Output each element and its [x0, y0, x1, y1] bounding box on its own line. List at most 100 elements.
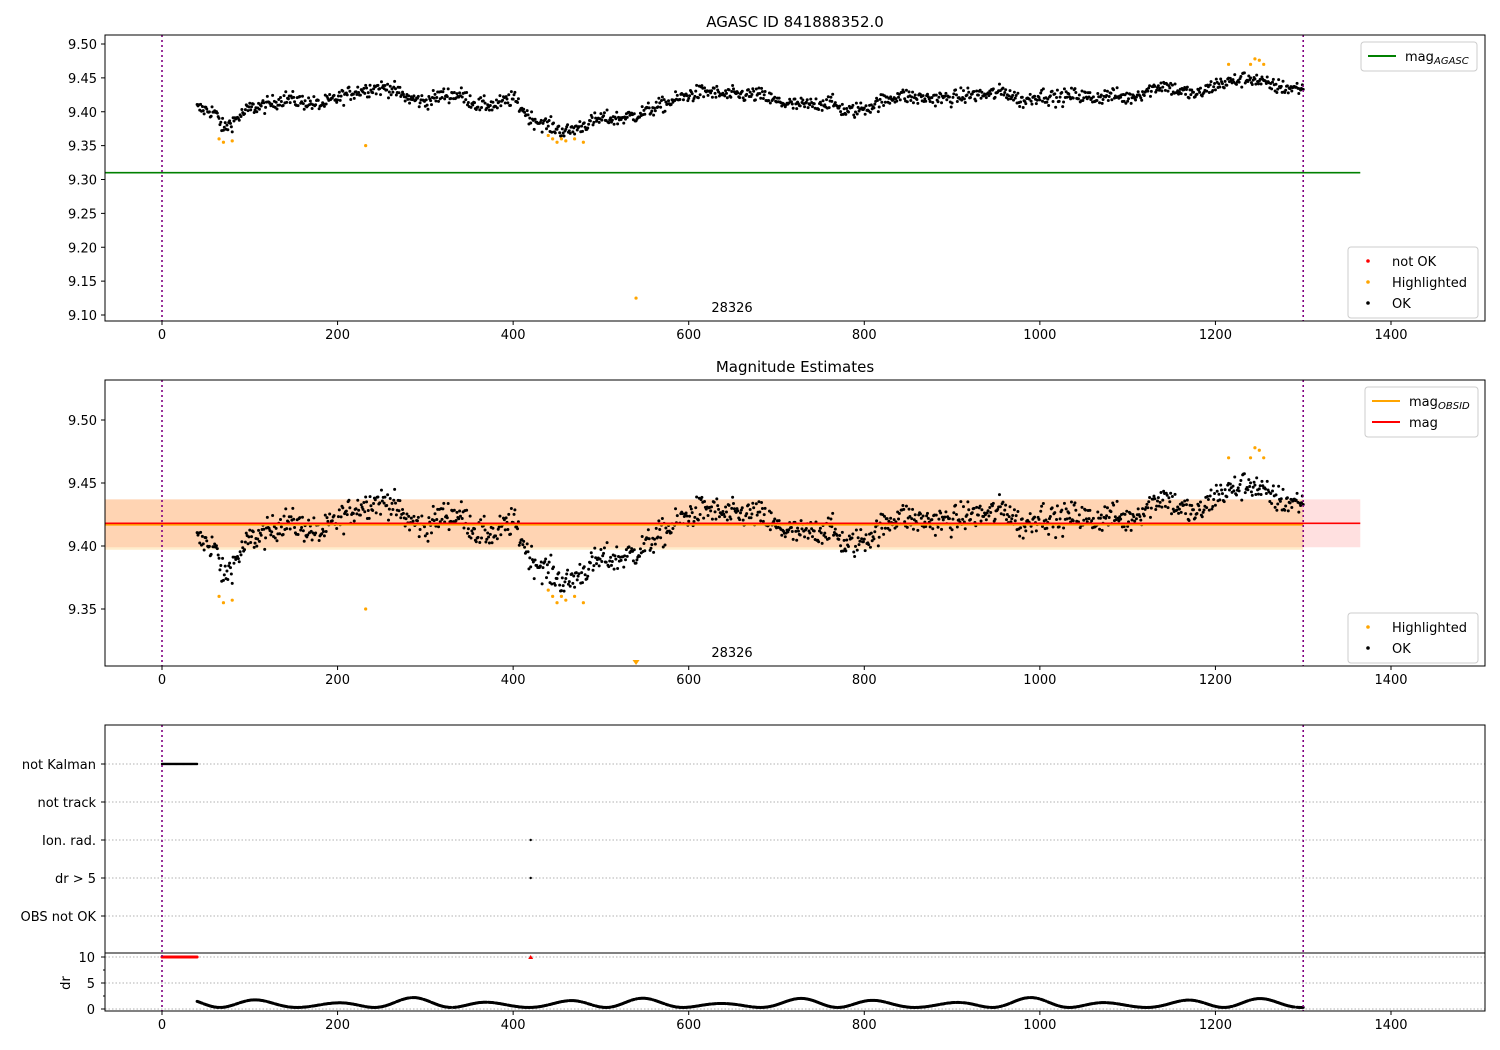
ok-point: [549, 115, 553, 119]
ok-point: [270, 102, 274, 106]
ok-point: [471, 103, 475, 107]
ok-point: [608, 559, 612, 563]
y-tick-label: 9.20: [68, 241, 97, 256]
ok-point: [497, 525, 501, 529]
legend-label: not OK: [1392, 255, 1437, 270]
ok-point: [681, 98, 685, 102]
ok-point: [560, 127, 564, 131]
ok-point: [1141, 90, 1145, 94]
ok-point: [904, 88, 908, 92]
ok-point: [248, 101, 252, 105]
ok-point: [731, 87, 735, 91]
ok-point: [507, 512, 511, 516]
ok-point: [769, 92, 773, 96]
ok-point: [243, 548, 247, 552]
ok-point: [616, 567, 620, 571]
ok-point: [230, 130, 234, 134]
ok-point: [1100, 528, 1104, 532]
ok-point: [1185, 498, 1189, 502]
ok-point: [1081, 99, 1085, 103]
ok-point: [850, 536, 854, 540]
ok-point: [978, 504, 982, 508]
ok-point: [363, 510, 367, 514]
ok-point: [424, 98, 428, 102]
ok-point: [546, 124, 550, 128]
ok-point: [868, 545, 872, 549]
ok-point: [1130, 518, 1134, 522]
ok-point: [371, 509, 375, 513]
ok-point: [760, 507, 764, 511]
x-tick-label: 400: [501, 1018, 526, 1033]
ok-point: [864, 104, 868, 108]
ok-point: [460, 517, 464, 521]
flag-point: [195, 762, 199, 766]
ok-point: [599, 548, 603, 552]
ok-point: [1095, 99, 1099, 103]
ok-point: [550, 130, 554, 134]
ok-point: [228, 566, 232, 570]
ok-point: [430, 103, 434, 107]
ok-point: [951, 95, 955, 99]
ok-point: [470, 529, 474, 533]
x-tick-label: 800: [852, 1018, 877, 1033]
ok-point: [357, 508, 361, 512]
ok-point: [972, 90, 976, 94]
ok-point: [406, 97, 410, 101]
ok-point: [488, 103, 492, 107]
ok-point: [954, 93, 958, 97]
ok-point: [949, 535, 953, 539]
ok-point: [593, 546, 597, 550]
ok-point: [630, 547, 634, 551]
ok-point: [364, 495, 368, 499]
ok-point: [951, 517, 955, 521]
ok-point: [898, 98, 902, 102]
legend-label: Highlighted: [1392, 276, 1467, 291]
ok-point: [1041, 87, 1045, 91]
ok-point: [1270, 87, 1274, 91]
ok-point: [393, 79, 397, 83]
ok-point: [298, 516, 302, 520]
ok-point: [1098, 527, 1102, 531]
ok-point: [1016, 510, 1020, 514]
ok-point: [215, 547, 219, 551]
ok-point: [885, 517, 889, 521]
ok-point: [652, 537, 656, 541]
ok-point: [217, 556, 221, 560]
ok-point: [757, 500, 761, 504]
ok-point: [602, 114, 606, 118]
ok-point: [302, 107, 306, 111]
ok-point: [379, 488, 383, 492]
ok-point: [931, 527, 935, 531]
ok-point: [1170, 83, 1174, 87]
ok-point: [429, 99, 433, 103]
ok-point: [882, 104, 886, 108]
ok-point: [1006, 97, 1010, 101]
ok-point: [854, 528, 858, 532]
ok-point: [214, 544, 218, 548]
ok-point: [345, 93, 349, 97]
ok-point: [1214, 483, 1218, 487]
ok-point: [910, 517, 914, 521]
ok-point: [1142, 94, 1146, 98]
ok-point: [1136, 507, 1140, 511]
highlighted-point: [1253, 57, 1257, 61]
ok-point: [635, 558, 639, 562]
ok-point: [883, 100, 887, 104]
ok-point: [1246, 488, 1250, 492]
ok-point: [1069, 86, 1073, 90]
ok-point: [437, 99, 441, 103]
panel-flags: not Kalman not track Ion. rad. dr > 5 OBS no…: [21, 724, 1486, 1033]
ok-point: [1265, 75, 1269, 79]
legend-label: mag: [1409, 395, 1438, 410]
ok-point: [1158, 86, 1162, 90]
ok-point: [625, 115, 629, 119]
ok-point: [1050, 89, 1054, 93]
ok-point: [820, 108, 824, 112]
ok-point: [969, 518, 973, 522]
ok-point: [961, 505, 965, 509]
ok-point: [586, 574, 590, 578]
ok-point: [1096, 510, 1100, 514]
ok-point: [612, 122, 616, 126]
ok-point: [1168, 86, 1172, 90]
ok-point: [1062, 501, 1066, 505]
